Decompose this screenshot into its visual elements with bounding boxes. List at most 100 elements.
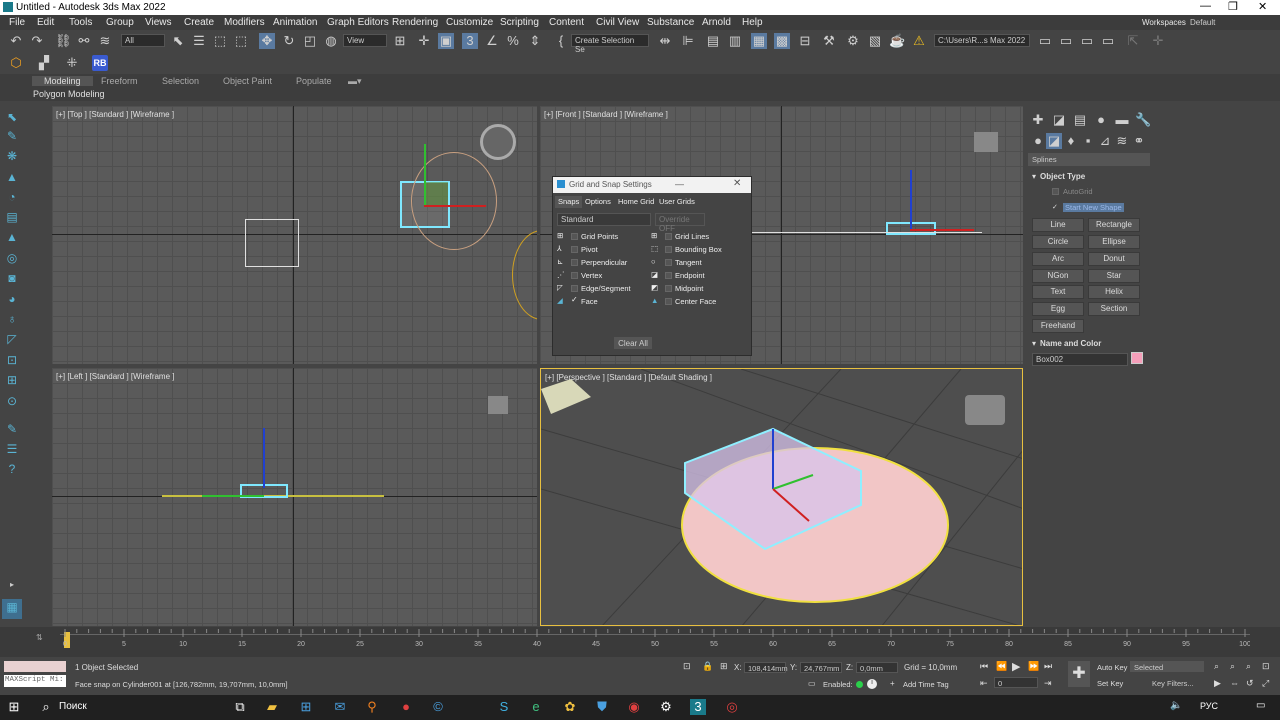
timeline-options-icon[interactable]: ⇅ bbox=[36, 633, 43, 642]
viewport-label-top[interactable]: [+] [Top ] [Standard ] [Wireframe ] bbox=[56, 110, 174, 119]
menu-tools[interactable]: Tools bbox=[69, 17, 92, 28]
scale-icon[interactable]: ◰ bbox=[302, 33, 318, 49]
star-button[interactable]: Star bbox=[1088, 269, 1140, 283]
donut-button[interactable]: Donut bbox=[1088, 252, 1140, 266]
goto-start-icon[interactable]: ⏮ bbox=[980, 661, 988, 672]
shape-icon[interactable]: ◸ bbox=[4, 331, 20, 347]
isolate-icon[interactable]: ⊡ bbox=[683, 661, 691, 672]
ngon-button[interactable]: NGon bbox=[1032, 269, 1084, 283]
timeline[interactable]: 0 5 10 15 20 25 30 35 40 45 50 55 60 65 70 75 80 85 90 95 10… bbox=[0, 627, 1280, 657]
center-face-checkbox[interactable] bbox=[665, 298, 672, 305]
system-icon[interactable]: ⊙ bbox=[4, 393, 20, 409]
menu-graph-editors[interactable]: Graph Editors bbox=[327, 17, 389, 28]
menu-file[interactable]: File bbox=[9, 17, 25, 28]
menu-content[interactable]: Content bbox=[549, 17, 584, 28]
menu-group[interactable]: Group bbox=[106, 17, 134, 28]
arc-rotate-icon[interactable]: ↺ bbox=[1246, 678, 1254, 689]
disabled-tool-icon[interactable]: ⇱ bbox=[1125, 33, 1141, 49]
endpoint-checkbox[interactable] bbox=[665, 272, 672, 279]
viewport-top[interactable]: [+] [Top ] [Standard ] [Wireframe ] bbox=[52, 106, 537, 364]
absolute-mode-icon[interactable]: ⊞ bbox=[720, 661, 728, 672]
next-frame-icon[interactable]: ⏩ bbox=[1028, 661, 1039, 672]
create-tab-icon[interactable]: ✚ bbox=[1030, 112, 1046, 128]
undo-icon[interactable]: ↶ bbox=[8, 33, 24, 49]
ribbon-options-icon[interactable]: ▬▾ bbox=[348, 76, 362, 87]
search-box[interactable]: Поиск bbox=[59, 701, 87, 712]
autogrid-checkbox[interactable] bbox=[1052, 188, 1059, 195]
menu-scripting[interactable]: Scripting bbox=[500, 17, 539, 28]
motion-icon[interactable]: ▲ bbox=[4, 169, 20, 185]
workspaces-dropdown[interactable]: Default bbox=[1186, 16, 1266, 29]
layer-explorer-icon[interactable]: ▥ bbox=[727, 33, 743, 49]
tangent-checkbox[interactable] bbox=[665, 259, 672, 266]
viewport-left[interactable]: [+] [Left ] [Standard ] [Wireframe ] bbox=[52, 368, 537, 626]
menu-help[interactable]: Help bbox=[742, 17, 763, 28]
enabled-indicator[interactable] bbox=[856, 681, 863, 688]
maxscript-mini[interactable]: MAXScript Mi: bbox=[4, 675, 66, 687]
spacewarps-icon[interactable]: ≋ bbox=[1114, 133, 1130, 149]
modify-icon[interactable]: ✎ bbox=[4, 128, 20, 144]
play-icon[interactable]: ▶ bbox=[1012, 660, 1020, 673]
freehand-button[interactable]: Freehand bbox=[1032, 319, 1084, 333]
select-object-icon[interactable]: ⬉ bbox=[170, 33, 186, 49]
placement-icon[interactable]: ◍ bbox=[323, 33, 339, 49]
grid-points-checkbox[interactable] bbox=[571, 233, 578, 240]
photos-icon[interactable]: ✿ bbox=[562, 699, 578, 715]
menu-customize[interactable]: Customize bbox=[446, 17, 493, 28]
keyboard-shortcut-override-icon[interactable]: ▣ bbox=[438, 33, 454, 49]
list-icon[interactable]: ☰ bbox=[4, 441, 20, 457]
expand-arrow-icon[interactable]: ▸ bbox=[4, 577, 20, 593]
lock-icon[interactable]: 🔒 bbox=[702, 661, 713, 672]
file-explorer-icon[interactable]: ▰ bbox=[264, 699, 280, 715]
add-time-tag-icon[interactable]: + bbox=[890, 679, 895, 688]
project-path-dropdown[interactable]: C:\Users\R...s Max 2022 bbox=[934, 34, 1030, 47]
viewport-perspective[interactable]: [+] [Perspective ] [Standard ] [Default … bbox=[540, 368, 1023, 626]
prev-frame-icon[interactable]: ⏪ bbox=[996, 661, 1007, 672]
helpers-icon[interactable]: ⊿ bbox=[1097, 133, 1113, 149]
select-manipulate-icon[interactable]: ✛ bbox=[416, 33, 432, 49]
pivot-checkbox[interactable] bbox=[571, 246, 578, 253]
close-button[interactable]: ✕ bbox=[1258, 0, 1267, 13]
tab-user-grids[interactable]: User Grids bbox=[656, 196, 698, 208]
windows-start-icon[interactable]: ⊞ bbox=[6, 699, 22, 715]
key-mode-icon[interactable]: ⇤ bbox=[980, 678, 988, 689]
ribbon-tab-selection[interactable]: Selection bbox=[162, 76, 199, 86]
defender-icon[interactable]: ⛊ bbox=[594, 699, 610, 715]
torus-icon[interactable]: ◙ bbox=[4, 270, 20, 286]
record-app-icon[interactable]: ● bbox=[398, 699, 414, 715]
override-button[interactable]: Override OFF bbox=[655, 213, 705, 233]
viewcube[interactable] bbox=[965, 395, 1005, 425]
snap-type-dropdown[interactable]: Standard bbox=[557, 213, 651, 226]
menu-rendering[interactable]: Rendering bbox=[392, 17, 438, 28]
helper-icon[interactable]: ⊞ bbox=[4, 372, 20, 388]
rb-button[interactable]: RB bbox=[92, 55, 108, 71]
settings-icon[interactable]: ⚙ bbox=[658, 699, 674, 715]
name-color-header[interactable]: Name and Color bbox=[1040, 339, 1101, 348]
media-icon[interactable]: ◉ bbox=[626, 699, 642, 715]
open-folder-icon[interactable]: ▭ bbox=[1058, 33, 1074, 49]
clear-all-button[interactable]: Clear All bbox=[614, 337, 652, 349]
arc-button[interactable]: Arc bbox=[1032, 252, 1084, 266]
light-icon[interactable]: ◕ bbox=[4, 291, 20, 307]
save-icon[interactable]: ▭ bbox=[1079, 33, 1095, 49]
add-time-tag-label[interactable]: Add Time Tag bbox=[903, 680, 949, 689]
grid-icon[interactable]: ⁜ bbox=[64, 55, 80, 71]
edge-segment-checkbox[interactable] bbox=[571, 285, 578, 292]
systems-icon[interactable]: ⚭ bbox=[1131, 133, 1147, 149]
field-of-view-icon[interactable]: ⌕ bbox=[1246, 661, 1251, 672]
chrome-icon[interactable]: ◎ bbox=[724, 699, 740, 715]
create-icon[interactable]: ⬉ bbox=[4, 109, 20, 125]
key-filters-button[interactable]: Key Filters... bbox=[1148, 677, 1204, 688]
schematic-view-icon[interactable]: ⊟ bbox=[797, 33, 813, 49]
dialog-header[interactable]: Grid and Snap Settings — ✕ bbox=[553, 177, 751, 193]
bind-space-warp-icon[interactable]: ≋ bbox=[97, 33, 113, 49]
angle-snap-icon[interactable]: ∠ bbox=[484, 33, 500, 49]
line-button[interactable]: Line bbox=[1032, 218, 1084, 232]
display-icon[interactable]: ◔ bbox=[4, 189, 20, 205]
skype-icon[interactable]: S bbox=[496, 699, 512, 715]
select-by-name-icon[interactable]: ☰ bbox=[191, 33, 207, 49]
rectangle-button[interactable]: Rectangle bbox=[1088, 218, 1140, 232]
project-folder-icon[interactable]: ▭ bbox=[1037, 33, 1053, 49]
perpendicular-checkbox[interactable] bbox=[571, 259, 578, 266]
viewport-label-perspective[interactable]: [+] [Perspective ] [Standard ] [Default … bbox=[545, 373, 712, 382]
